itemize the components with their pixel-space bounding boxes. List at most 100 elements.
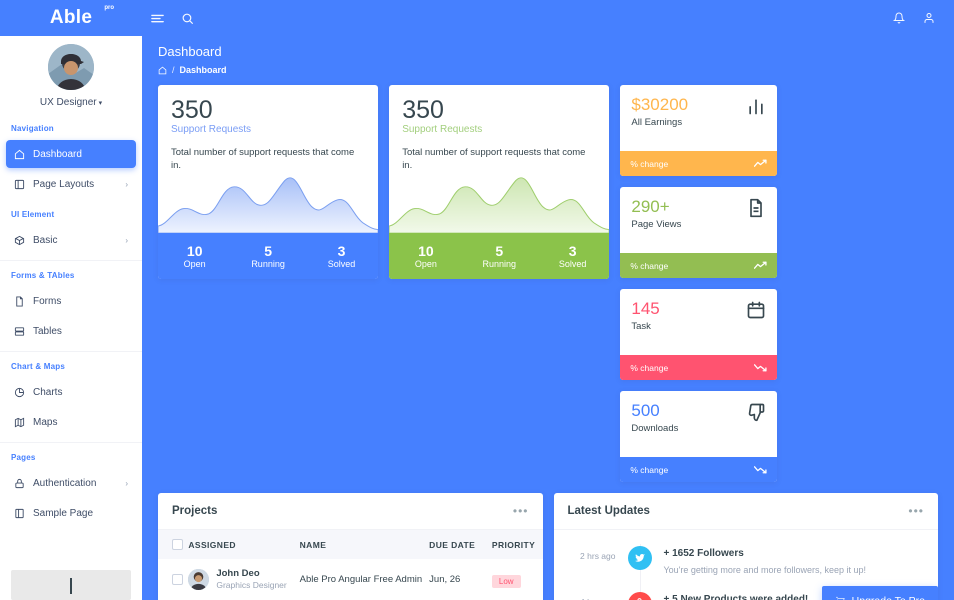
sidebar-item-tables[interactable]: Tables	[6, 317, 136, 345]
sidebar-item-sample-page[interactable]: Sample Page	[6, 499, 136, 527]
stat-card-texts: 145 Task	[631, 299, 746, 332]
bell-icon[interactable]	[884, 0, 914, 36]
stat-value: $30200	[631, 95, 689, 114]
stat-card-texts: $30200 All Earnings	[631, 95, 746, 128]
home-icon[interactable]	[158, 66, 167, 75]
assigned-person: John Deo Graphics Designer	[188, 568, 299, 591]
stat-card-footer: % change	[620, 457, 778, 482]
panel-title: Latest Updates	[567, 505, 650, 517]
panels-row: Projects ••• ASSIGNED NAME DUE DATE PRIO…	[142, 493, 954, 600]
stat-label: All Earnings	[631, 116, 683, 128]
table-header-row: ASSIGNED NAME DUE DATE PRIORITY	[158, 530, 543, 559]
projects-table-scroll: ASSIGNED NAME DUE DATE PRIORITY John Deo…	[158, 530, 543, 600]
chevron-down-icon: ▾	[98, 100, 103, 107]
stat-value: 10	[418, 242, 434, 259]
projects-table: ASSIGNED NAME DUE DATE PRIORITY John Deo…	[158, 530, 543, 600]
more-options-icon[interactable]: •••	[513, 505, 529, 517]
breadcrumb: / Dashboard	[158, 65, 938, 75]
sidebar-item-page-layouts[interactable]: Page Layouts ›	[6, 170, 136, 198]
panel-title: Projects	[172, 505, 218, 517]
change-label: % change	[630, 260, 669, 271]
stat-card-page-views: 290+ Page Views % change	[620, 187, 778, 278]
sidebar-item-dashboard[interactable]: Dashboard	[6, 140, 136, 168]
support-card-top: 350 Support Requests Total number of sup…	[389, 85, 609, 172]
sidebar-item-charts[interactable]: Charts	[6, 378, 136, 406]
row-checkbox[interactable]	[172, 574, 183, 586]
trend-up-icon	[754, 159, 767, 168]
mini-stats-grid: $30200 All Earnings % change 290+ Page V…	[620, 85, 938, 482]
search-icon[interactable]	[172, 0, 202, 36]
trend-up-icon	[754, 261, 767, 270]
stat-running: 5 Running	[463, 243, 536, 269]
person-name: John Deo	[216, 568, 260, 579]
box-icon	[14, 235, 29, 246]
nav-caption-ui-element: UI Element	[11, 210, 55, 219]
stat-value: 5	[495, 242, 504, 259]
timeline-title: + 1652 Followers	[663, 548, 744, 559]
trend-down-icon	[754, 363, 767, 372]
sidebar-item-forms[interactable]: Forms	[6, 287, 136, 315]
stat-label: Task	[631, 320, 651, 332]
upgrade-to-pro-button[interactable]: Upgrade To Pro	[821, 586, 938, 600]
change-label: % change	[630, 464, 669, 475]
stat-value: 5	[264, 242, 272, 259]
projects-panel: Projects ••• ASSIGNED NAME DUE DATE PRIO…	[158, 493, 543, 600]
breadcrumb-separator: /	[172, 65, 175, 75]
select-all-checkbox[interactable]	[172, 539, 183, 550]
timeline-time: 4 hrs ago	[554, 590, 615, 600]
row-assigned-cell: John Deo Graphics Designer	[188, 559, 300, 600]
pie-chart-icon	[14, 387, 29, 398]
calendar-icon	[746, 300, 766, 320]
row-priority-cell: Low	[491, 559, 543, 600]
stats-row: 350 Support Requests Total number of sup…	[142, 85, 954, 482]
table-body: John Deo Graphics Designer Able Pro Angu…	[158, 559, 543, 600]
nav-caption-pages: Pages	[11, 453, 36, 462]
page-header: Dashboard / Dashboard	[142, 36, 954, 75]
column-select-all	[158, 530, 189, 559]
trend-down-icon	[754, 465, 767, 474]
support-description: Total number of support requests that co…	[171, 147, 355, 171]
stat-solved: 3 Solved	[305, 243, 378, 269]
column-name: NAME	[299, 530, 430, 559]
sidebar-item-authentication[interactable]: Authentication ›	[6, 469, 136, 497]
profile-name: UX Designer ▾	[0, 97, 142, 108]
support-label: Support Requests	[402, 124, 483, 136]
sidebar-profile[interactable]: UX Designer ▾	[0, 30, 142, 114]
stat-running: 5 Running	[231, 243, 304, 269]
stat-card-body: 290+ Page Views	[620, 187, 777, 253]
stat-key: Running	[482, 259, 517, 270]
twitter-icon	[627, 546, 652, 570]
change-label: % change	[630, 362, 669, 373]
cart-icon	[835, 596, 846, 600]
more-options-icon[interactable]: •••	[908, 505, 924, 517]
user-icon[interactable]	[914, 0, 944, 36]
sidebar-bottom-field[interactable]	[11, 570, 131, 600]
map-icon	[14, 417, 29, 428]
row-project-name: Able Pro Angular Free Admin	[299, 559, 430, 600]
change-label: % change	[630, 158, 669, 169]
sidebar-item-maps[interactable]: Maps	[6, 408, 136, 436]
support-sparkline-blue	[158, 172, 379, 233]
stat-card-all-earnings: $30200 All Earnings % change	[620, 85, 778, 176]
shopping-bag-icon	[627, 591, 652, 600]
sidebar-item-label: Page Layouts	[33, 178, 95, 190]
stat-card-task: 145 Task % change	[620, 289, 778, 380]
sidebar-item-basic[interactable]: Basic ›	[6, 226, 136, 254]
timeline-time: 2 hrs ago	[580, 551, 616, 561]
table-row[interactable]: John Deo Graphics Designer Able Pro Angu…	[158, 559, 543, 600]
stat-key: Open	[414, 259, 437, 270]
stat-value: 10	[186, 242, 203, 259]
header-actions	[884, 0, 954, 36]
brand-logo[interactable]: Able pro	[0, 0, 142, 36]
home-icon	[14, 149, 29, 160]
stat-card-footer: % change	[620, 151, 778, 176]
hamburger-icon[interactable]	[142, 0, 172, 36]
stat-card-texts: 290+ Page Views	[631, 197, 746, 229]
support-count: 350	[171, 96, 213, 124]
timeline-subtitle: You're getting more and more followers, …	[663, 565, 867, 575]
bar-chart-icon	[746, 96, 766, 116]
breadcrumb-current[interactable]: Dashboard	[180, 65, 227, 75]
sidebar-item-label: Basic	[33, 234, 58, 246]
support-footer-stats: 10 Open 5 Running 3 Solved	[389, 233, 610, 279]
main-content: Dashboard / Dashboard 350 Support Reques…	[142, 36, 954, 600]
